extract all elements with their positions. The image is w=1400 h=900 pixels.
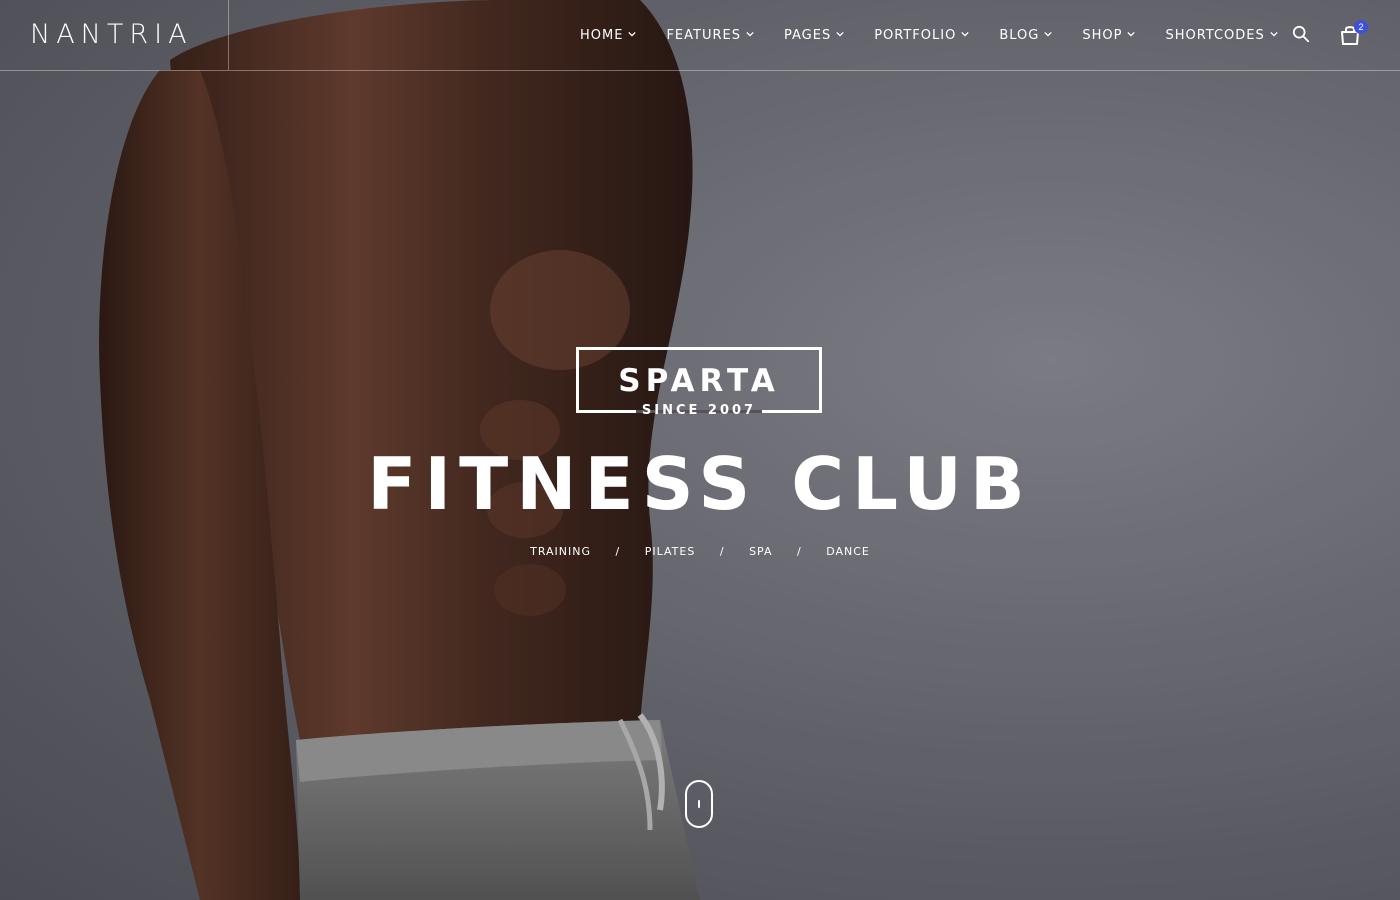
service-spa: SPA [749, 545, 773, 558]
chevron-down-icon [961, 31, 969, 37]
header-divider [228, 0, 229, 70]
service-dance: DANCE [826, 545, 870, 558]
nav-item-label: PORTFOLIO [874, 27, 957, 43]
scroll-wheel [698, 800, 700, 808]
logo[interactable]: NANTRIA [30, 20, 193, 50]
chevron-down-icon [836, 31, 844, 37]
nav-item-features[interactable]: FEATURES [666, 28, 754, 43]
nav-item-shortcodes[interactable]: SHORTCODES [1165, 27, 1278, 43]
chevron-down-icon [628, 31, 637, 37]
search-icon[interactable] [1292, 25, 1310, 43]
services-list: TRAINING / PILATES / SPA / DANCE [0, 545, 1400, 558]
service-pilates: PILATES [644, 545, 696, 558]
nav-item-label: PAGES [783, 27, 832, 43]
hero-title: FITNESS CLUB [367, 442, 1033, 526]
nav-item-label: SHORTCODES [1165, 27, 1265, 43]
separator: / [615, 545, 621, 558]
nav-item-pages[interactable]: PAGES [784, 28, 844, 43]
nav-item-label: FEATURES [666, 27, 741, 43]
separator: / [797, 545, 802, 558]
badge-subtitle: SINCE 2007 [641, 403, 757, 418]
service-training: TRAINING [530, 545, 592, 558]
chevron-down-icon [1044, 31, 1052, 37]
nav-item-blog[interactable]: BLOG [999, 28, 1052, 43]
chevron-down-icon [1127, 31, 1136, 37]
nav-item-label: BLOG [999, 27, 1040, 43]
brand-badge: SPARTA SINCE 2007 [576, 347, 822, 418]
chevron-down-icon [746, 31, 754, 37]
nav-item-label: HOME [580, 27, 624, 43]
badge-title: SPARTA [618, 363, 780, 399]
main-nav: HOME FEATURES PAGES PORTFOLIO BLOG SHOP … [580, 0, 1308, 70]
nav-item-label: SHOP [1082, 27, 1123, 43]
cart-count-badge: 2 [1354, 20, 1368, 34]
separator: / [719, 545, 725, 558]
chevron-down-icon [1270, 31, 1278, 37]
site-header: NANTRIA HOME FEATURES PAGES PORTFOLIO BL… [0, 0, 1400, 71]
nav-item-portfolio[interactable]: PORTFOLIO [874, 28, 969, 43]
nav-item-home[interactable]: HOME [580, 27, 637, 43]
scroll-down-mouse-icon[interactable] [685, 780, 713, 828]
nav-item-shop[interactable]: SHOP [1082, 27, 1136, 43]
